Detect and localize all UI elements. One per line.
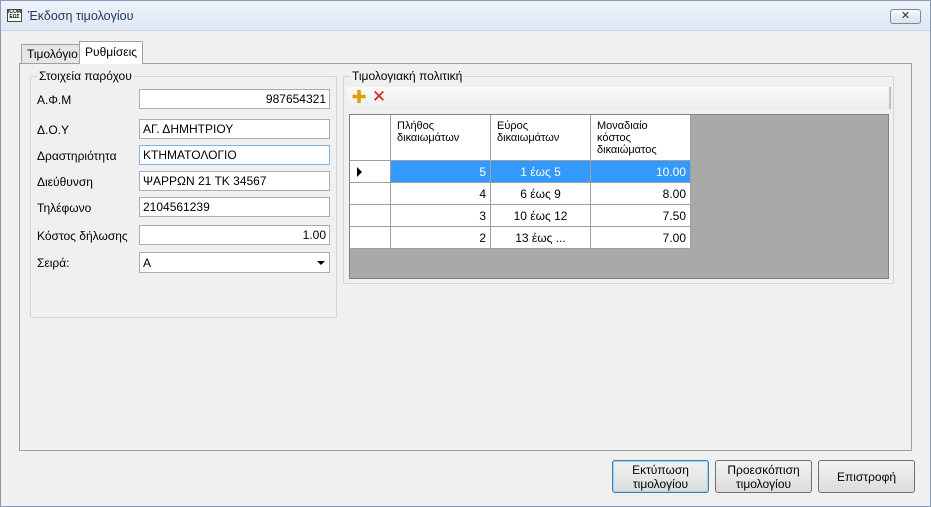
address-field[interactable]: ΨΑΡΡΩΝ 21 ΤΚ 34567 (139, 171, 330, 191)
series-select[interactable]: Α (139, 252, 330, 273)
address-label: Διεύθυνση (37, 175, 93, 189)
afm-label: Α.Φ.Μ (37, 93, 72, 107)
tab-invoice[interactable]: Τιμολόγιο (21, 44, 84, 63)
cell-range[interactable]: 13 έως ... (491, 227, 591, 249)
row-header[interactable] (350, 161, 391, 183)
chevron-down-icon[interactable] (317, 261, 325, 265)
phone-field[interactable]: 2104561239 (139, 197, 330, 217)
doy-field[interactable]: ΑΓ. ΔΗΜΗΤΡΙΟΥ (139, 119, 330, 139)
cell-count[interactable]: 4 (391, 183, 491, 205)
cell-unit-cost[interactable]: 10.00 (591, 161, 691, 183)
provider-group-legend: Στοιχεία παρόχου (37, 69, 134, 83)
app-icon: ICOMA ΕΩΣ (7, 9, 22, 22)
doy-label: Δ.Ο.Υ (37, 123, 70, 137)
activity-label: Δραστηριότητα (37, 149, 117, 163)
back-button[interactable]: Επιστροφή (818, 460, 915, 493)
cell-unit-cost[interactable]: 7.00 (591, 227, 691, 249)
cell-count[interactable]: 3 (391, 205, 491, 227)
cell-range[interactable]: 1 έως 5 (491, 161, 591, 183)
series-label: Σειρά: (37, 256, 70, 270)
print-invoice-button[interactable]: Εκτύπωση τιμολογίου (612, 460, 709, 493)
declaration-cost-field[interactable]: 1.00 (139, 225, 330, 245)
series-select-value: Α (143, 256, 152, 270)
cell-range[interactable]: 6 έως 9 (491, 183, 591, 205)
pricing-group-legend: Τιμολογιακή πολιτική (350, 69, 465, 83)
cell-range[interactable]: 10 έως 12 (491, 205, 591, 227)
delete-icon[interactable]: ✕ (371, 88, 387, 105)
invoice-window: ICOMA ΕΩΣ Έκδοση τιμολογίου ✕ Τιμολόγιο … (0, 0, 931, 507)
afm-field[interactable]: 987654321 (139, 89, 330, 109)
pricing-toolstrip: ✚ ✕ (347, 87, 891, 109)
grid-corner[interactable] (350, 115, 391, 161)
column-header-unit-cost[interactable]: Μοναδιαίο κόστος δικαιώματος (591, 115, 691, 161)
cell-count[interactable]: 2 (391, 227, 491, 249)
cell-count[interactable]: 5 (391, 161, 491, 183)
row-header[interactable] (350, 183, 391, 205)
row-header[interactable] (350, 205, 391, 227)
activity-field[interactable]: ΚΤΗΜΑΤΟΛΟΓΙΟ (139, 145, 330, 165)
close-button[interactable]: ✕ (890, 9, 921, 24)
cell-unit-cost[interactable]: 8.00 (591, 183, 691, 205)
current-row-icon (357, 167, 362, 177)
title-bar[interactable]: ICOMA ΕΩΣ Έκδοση τιμολογίου ✕ (1, 1, 930, 31)
phone-label: Τηλέφωνο (37, 201, 92, 215)
preview-invoice-button[interactable]: Προεσκόπιση τιμολογίου (715, 460, 812, 493)
pricing-grid[interactable]: Πλήθος δικαιωμάτων Εύρος δικαιωμάτων Μον… (349, 114, 889, 279)
tab-settings[interactable]: Ρυθμίσεις (79, 41, 144, 64)
column-header-count[interactable]: Πλήθος δικαιωμάτων (391, 115, 491, 161)
row-header[interactable] (350, 227, 391, 249)
add-icon[interactable]: ✚ (351, 88, 367, 106)
window-title: Έκδοση τιμολογίου (28, 9, 134, 23)
cell-unit-cost[interactable]: 7.50 (591, 205, 691, 227)
declaration-cost-label: Κόστος δήλωσης (37, 229, 128, 243)
column-header-range[interactable]: Εύρος δικαιωμάτων (491, 115, 591, 161)
